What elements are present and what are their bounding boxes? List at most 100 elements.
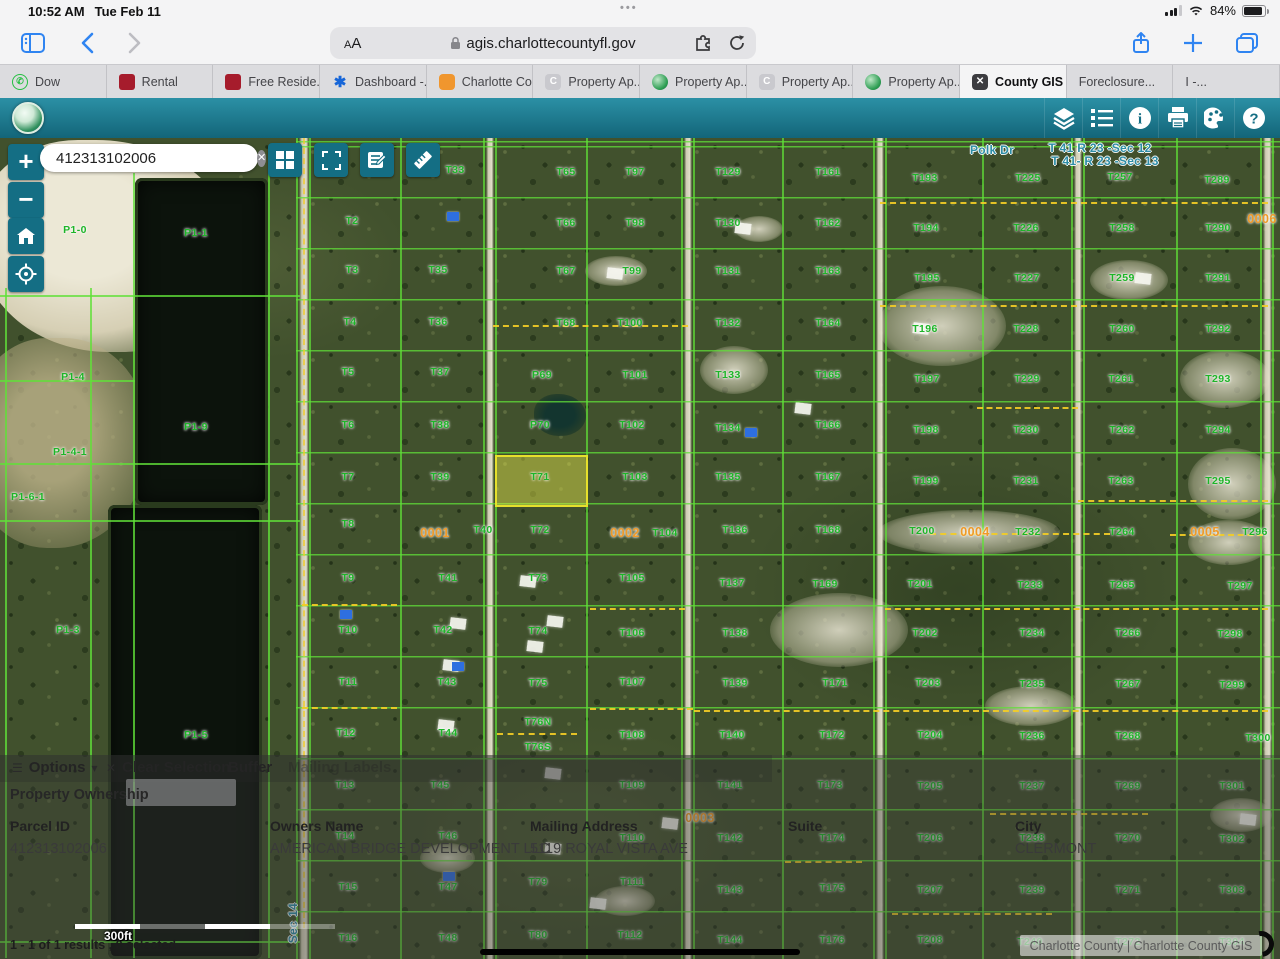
parcel-label-t162: T162 xyxy=(815,217,841,229)
tab-label: Foreclosure... xyxy=(1079,75,1155,89)
parcel-label-t135: T135 xyxy=(715,471,741,483)
sidebar-toggle-icon[interactable] xyxy=(18,28,48,58)
parcel-label-t106: T106 xyxy=(619,627,645,639)
parcel-label-t33: T33 xyxy=(445,164,464,176)
blue-structure-marker xyxy=(447,212,459,221)
address-bar[interactable]: AA agis.charlottecountyfl.gov xyxy=(330,27,756,59)
parcel-label-t75: T75 xyxy=(528,677,547,689)
parcel-label-t197: T197 xyxy=(914,373,940,385)
share-icon[interactable] xyxy=(1126,28,1156,58)
browser-tab-dow[interactable]: ✆Dow xyxy=(0,65,107,98)
panel-menu-clear-selection[interactable]: ✕Clear Selection xyxy=(106,759,230,776)
parcel-label-t267: T267 xyxy=(1115,678,1141,690)
reload-icon[interactable] xyxy=(728,34,746,52)
parcel-label-t261: T261 xyxy=(1108,373,1134,385)
tab-label: Free Reside... xyxy=(248,75,320,89)
browser-tab-property-ap[interactable]: Property Ap... xyxy=(640,65,747,98)
browser-tab-property-ap[interactable]: Property Ap... xyxy=(853,65,960,98)
parcel-label-t76s: T76S xyxy=(525,741,552,753)
charlotte-county-logo[interactable] xyxy=(12,102,44,134)
section-line-dashed xyxy=(694,710,1268,712)
caret-down-icon: ▾ xyxy=(91,761,97,775)
panel-menu-options[interactable]: ☰Options▾ xyxy=(12,759,97,776)
parcel-label-t104: T104 xyxy=(652,527,678,539)
parcel-label-t76n: T76N xyxy=(524,716,551,728)
gray-c-icon: C xyxy=(759,74,775,90)
panel-menu-buffer[interactable]: Buffer xyxy=(228,759,272,776)
red-site-icon xyxy=(225,74,241,90)
parcel-label-t132: T132 xyxy=(715,317,741,329)
parcel-label-t232: T232 xyxy=(1015,526,1041,538)
multitask-ellipsis-icon[interactable]: ••• xyxy=(620,2,638,14)
parcel-label-p1-6-1: P1-6-1 xyxy=(11,491,45,503)
menu-label: Clear Selection xyxy=(122,759,230,776)
browser-tab-dashboard[interactable]: ✱Dashboard -... xyxy=(320,65,427,98)
parcel-label-t196: T196 xyxy=(912,323,938,335)
parcel-search-box[interactable]: ✕ xyxy=(40,144,258,172)
home-extent-button[interactable] xyxy=(8,218,44,254)
panel-tab-property-ownership[interactable]: Property Ownership xyxy=(10,787,149,803)
parcel-label-t134: T134 xyxy=(715,422,741,434)
browser-tab-foreclosure[interactable]: Foreclosure... xyxy=(1067,65,1174,98)
legend-icon[interactable] xyxy=(1082,98,1120,138)
measure-tool-button[interactable] xyxy=(406,143,440,177)
parcel-label-t161: T161 xyxy=(815,166,841,178)
browser-tab-i[interactable]: I -... xyxy=(1173,65,1280,98)
zoom-out-button[interactable]: − xyxy=(8,182,44,218)
search-input[interactable] xyxy=(54,149,257,168)
parcel-label-t171: T171 xyxy=(822,677,848,689)
parcel-label-p1-5: P1-5 xyxy=(184,729,208,741)
parcel-label-t291: T291 xyxy=(1205,272,1231,284)
browser-tab-county-gis[interactable]: ✕County GIS xyxy=(960,65,1067,98)
basemap-grid-tool-button[interactable] xyxy=(268,143,302,177)
parcel-label-t236: T236 xyxy=(1019,730,1045,742)
help-icon[interactable]: ? xyxy=(1234,98,1272,138)
section-line-dashed xyxy=(302,707,397,709)
select-marquee-tool-button[interactable] xyxy=(314,143,348,177)
map-canvas[interactable]: Polk DrT 41 R 23 -Sec 12T 41- R 23 -Sec … xyxy=(0,138,1280,959)
back-button[interactable] xyxy=(72,28,102,58)
print-icon[interactable] xyxy=(1158,98,1196,138)
parcel-label-t200: T200 xyxy=(909,525,935,537)
panel-menu-mailing-labels[interactable]: Mailing Labels xyxy=(288,759,391,776)
parcel-label-t195: T195 xyxy=(914,272,940,284)
tab-label: Property Ap... xyxy=(782,75,854,89)
orange-site-icon xyxy=(439,74,455,90)
safari-toolbar: AA agis.charlottecountyfl.gov xyxy=(0,22,1280,64)
browser-tab-rental[interactable]: Rental xyxy=(107,65,214,98)
browser-tab-property-ap[interactable]: CProperty Ap... xyxy=(533,65,640,98)
svg-text:i: i xyxy=(1137,112,1141,128)
parcel-label-p1-3: P1-3 xyxy=(56,624,80,636)
extensions-icon[interactable] xyxy=(694,34,714,52)
clear-search-icon[interactable]: ✕ xyxy=(257,150,266,167)
parcel-label-t292: T292 xyxy=(1205,323,1231,335)
info-icon[interactable]: i xyxy=(1120,98,1158,138)
ipad-screen: 10:52 AM Tue Feb 11 ••• 84% AA xyxy=(0,0,1280,959)
browser-tab-charlotte-co[interactable]: Charlotte Co... xyxy=(427,65,534,98)
locate-me-button[interactable] xyxy=(8,256,44,292)
field-value-city: CLERMONT xyxy=(1015,841,1096,857)
parcel-label-t6: T6 xyxy=(341,419,354,431)
section-line-dashed xyxy=(977,407,1078,409)
forward-button[interactable] xyxy=(120,28,150,58)
tab-label: Property Ap... xyxy=(675,75,747,89)
parcel-label-t39: T39 xyxy=(430,471,449,483)
home-indicator[interactable] xyxy=(480,949,800,955)
zoom-in-button[interactable]: + xyxy=(8,144,44,180)
parcel-label-t289: T289 xyxy=(1204,174,1230,186)
new-tab-icon[interactable] xyxy=(1178,28,1208,58)
parcel-label-t263: T263 xyxy=(1108,475,1134,487)
edit-notes-tool-button[interactable] xyxy=(360,143,394,177)
layers-icon[interactable] xyxy=(1044,98,1082,138)
tab-bar: ✆DowRentalFree Reside...✱Dashboard -...C… xyxy=(0,64,1280,98)
tabs-overview-icon[interactable] xyxy=(1232,28,1262,58)
browser-tab-free-reside[interactable]: Free Reside... xyxy=(213,65,320,98)
parcel-label-t35: T35 xyxy=(428,264,447,276)
browser-tab-property-ap[interactable]: C Property Ap... xyxy=(747,65,854,98)
section-line-dashed xyxy=(590,608,685,610)
field-value-mailing-address: 5119 ROYAL VISTA AVE xyxy=(530,841,688,857)
parcel-label-t38: T38 xyxy=(430,419,449,431)
reader-text-size-button[interactable]: AA xyxy=(344,35,361,52)
palette-icon[interactable] xyxy=(1196,98,1234,138)
battery-icon xyxy=(1242,5,1266,17)
